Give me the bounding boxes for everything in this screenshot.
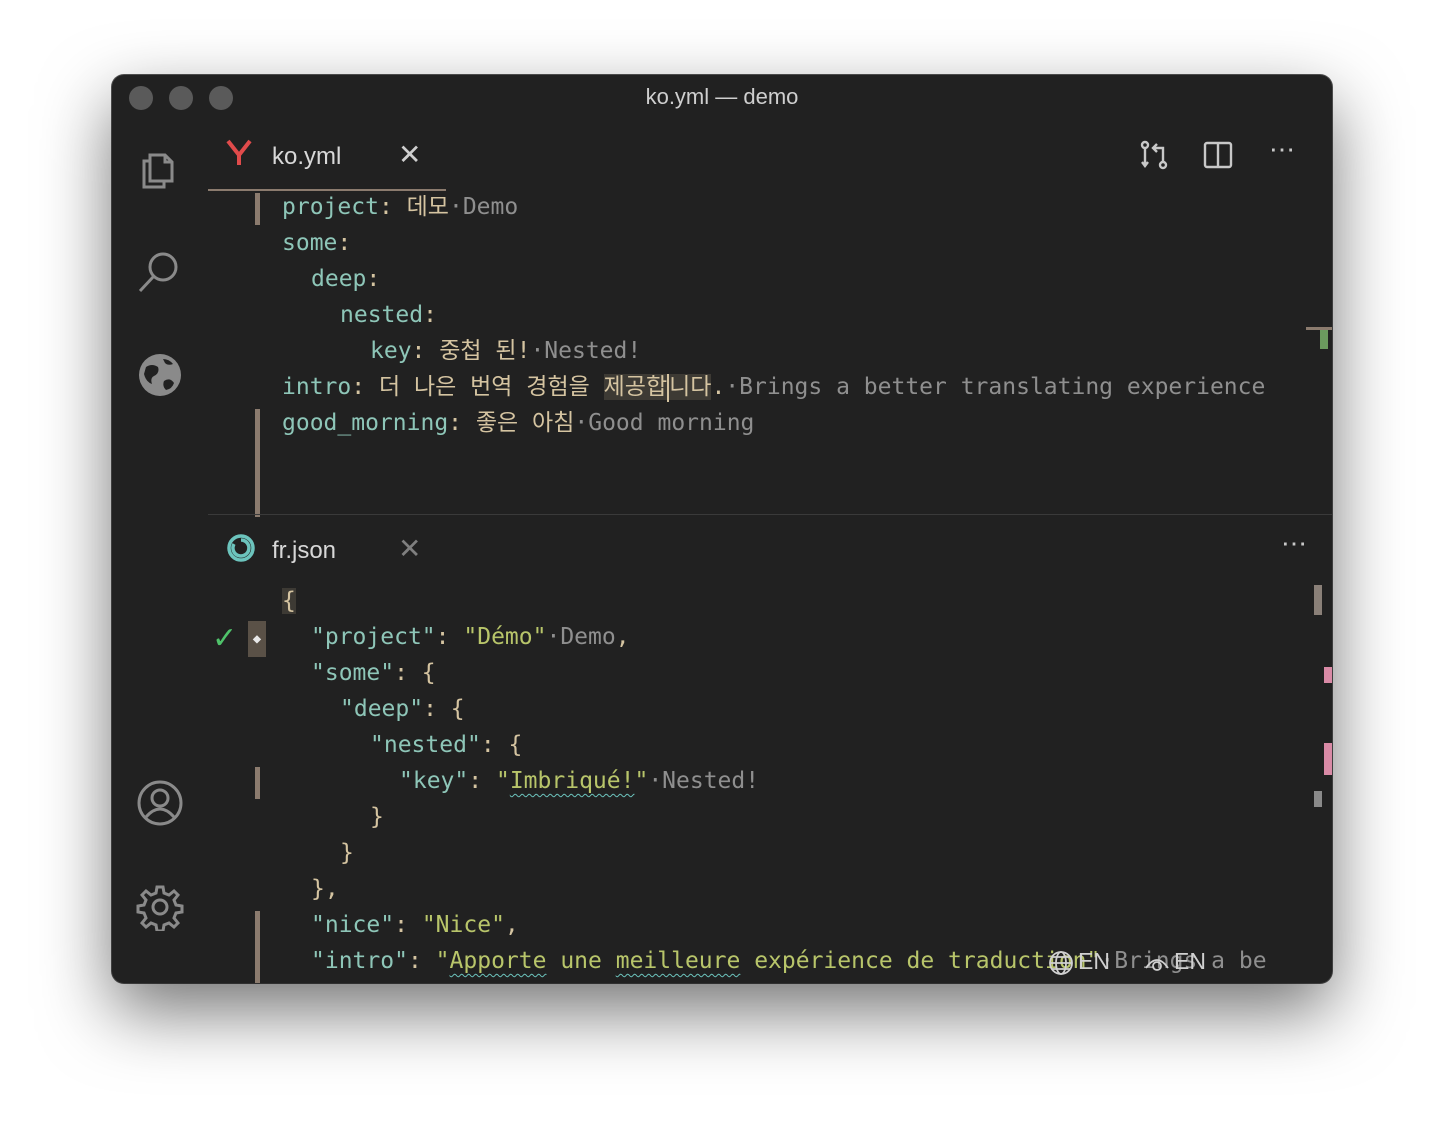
gutter-change-marker — [255, 193, 260, 225]
explorer-icon[interactable] — [136, 143, 184, 191]
tab-ko-yml[interactable]: ko.yml ✕ — [208, 121, 446, 191]
minimap-marker — [1324, 743, 1332, 775]
code-line: "project": "Démo"·Demo, — [311, 624, 630, 650]
settings-gear-icon[interactable] — [136, 883, 184, 931]
more-actions-icon[interactable]: ⋯ — [1276, 530, 1312, 567]
code-line: } — [370, 804, 384, 830]
editor-actions: ⋯ — [1276, 530, 1312, 567]
top-tab-bar: ko.yml ✕ ⋯ — [208, 121, 1332, 191]
globe-icon[interactable] — [136, 351, 184, 399]
diamond-icon: ◆ — [248, 621, 266, 657]
close-icon[interactable]: ✕ — [398, 141, 421, 169]
code-line: intro: 더 나은 번역 경험을 제공합니다.·Brings a bette… — [282, 373, 1266, 402]
compare-changes-icon[interactable] — [1136, 137, 1172, 173]
window-title: ko.yml — demo — [645, 84, 799, 109]
editor-actions: ⋯ — [1132, 136, 1312, 173]
more-actions-icon[interactable]: ⋯ — [1264, 136, 1300, 173]
code-line: } — [340, 840, 354, 866]
code-line: project: 데모·Demo — [282, 194, 519, 220]
fr-json-code[interactable]: ✓ ◆ { "project": "Démo"·Demo, "some": { … — [208, 583, 1332, 983]
status-bar: EN EN — [1032, 937, 1332, 983]
eye-icon — [1145, 959, 1169, 971]
i18n-ally-icon — [224, 531, 258, 565]
tab-fr-json[interactable]: fr.json ✕ — [208, 515, 446, 583]
gutter-change-marker — [255, 409, 260, 517]
code-line: key: 중첩 된!·Nested! — [370, 338, 642, 364]
search-icon[interactable] — [136, 247, 184, 295]
code-line: "some": { — [311, 660, 436, 686]
code-line: nested: — [340, 302, 437, 328]
ko-yml-code[interactable]: project: 데모·Demo some: deep: nested: key… — [208, 189, 1332, 517]
code-line: deep: — [311, 266, 381, 292]
display-language-item[interactable]: EN — [1048, 947, 1110, 975]
editor-area: ko.yml ✕ ⋯ project: 데모·Demo some: deep: … — [208, 121, 1332, 983]
minimap-marker — [1324, 667, 1332, 683]
check-icon: ✓ — [212, 621, 238, 656]
close-icon[interactable]: ✕ — [398, 535, 421, 563]
split-editor-icon[interactable] — [1200, 137, 1236, 173]
globe-icon — [1049, 951, 1073, 975]
minimap-marker — [1306, 327, 1332, 330]
minimap-marker — [1314, 791, 1322, 807]
yaml-icon — [224, 137, 258, 171]
bottom-tab-bar: fr.json ✕ ⋯ — [208, 515, 1332, 583]
gutter-change-marker — [255, 767, 260, 799]
minimap-marker — [1314, 585, 1322, 615]
account-icon[interactable] — [136, 779, 184, 827]
source-language-item[interactable]: EN — [1144, 947, 1206, 975]
minimap-marker — [1320, 329, 1328, 349]
code-line: }, — [311, 876, 339, 902]
code-line: "key": "Imbriqué!"·Nested! — [399, 768, 760, 794]
code-line: some: — [282, 230, 352, 256]
code-line: good_morning: 좋은 아침·Good morning — [282, 410, 755, 436]
editor-window: ko.yml — demo ko.yml ✕ ⋯ project: 데모·Dem… — [112, 75, 1332, 983]
code-line: { — [282, 588, 296, 614]
code-line: "deep": { — [340, 696, 465, 722]
tab-label: fr.json — [272, 537, 337, 564]
title-bar: ko.yml — demo — [112, 75, 1332, 121]
gutter-change-marker — [255, 911, 260, 983]
tab-label: ko.yml — [272, 143, 342, 170]
code-line: "nice": "Nice", — [311, 912, 519, 938]
code-line: "nested": { — [370, 732, 523, 758]
activity-bar — [112, 121, 208, 983]
